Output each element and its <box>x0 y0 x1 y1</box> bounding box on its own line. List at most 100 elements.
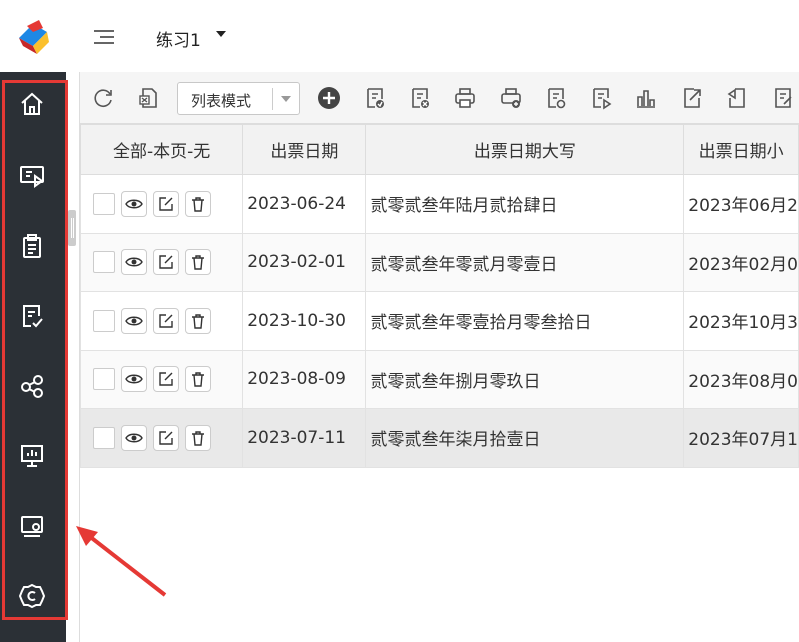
column-header-date-upper[interactable]: 出票日期大写 <box>365 124 685 175</box>
table-row[interactable]: 2023-06-24 贰零贰叁年陆月贰拾肆日 2023年06月2 <box>79 174 799 234</box>
app-title[interactable]: 练习1 <box>156 26 201 51</box>
row-checkbox[interactable] <box>93 309 115 332</box>
edit-icon <box>159 314 173 328</box>
document-settings-icon <box>548 88 566 109</box>
import-button[interactable] <box>724 85 750 111</box>
eye-icon <box>125 316 143 326</box>
row-checkbox[interactable] <box>93 251 115 274</box>
cell-date: 2023-06-24 <box>242 174 367 234</box>
view-button[interactable] <box>121 190 147 217</box>
chart-button[interactable] <box>633 85 659 111</box>
delete-button[interactable] <box>185 424 211 451</box>
row-checkbox[interactable] <box>93 368 115 391</box>
printer-icon <box>455 88 475 108</box>
view-button[interactable] <box>121 307 147 334</box>
table-row[interactable]: 2023-02-01 贰零贰叁年零贰月零壹日 2023年02月0 <box>79 232 799 292</box>
trash-icon <box>192 255 204 270</box>
top-bar: 练习1 <box>66 0 799 72</box>
view-button[interactable] <box>121 424 147 451</box>
view-mode-label: 列表模式 <box>191 92 252 110</box>
clipboard-icon <box>23 234 41 258</box>
eye-icon <box>125 199 143 209</box>
edit-button[interactable] <box>153 190 179 217</box>
sidebar-item-presentation[interactable] <box>14 438 50 474</box>
edit-icon <box>159 255 173 269</box>
column-header-date[interactable]: 出票日期 <box>242 124 367 175</box>
edit-document-button[interactable] <box>770 85 796 111</box>
table-row[interactable]: 2023-10-30 贰零贰叁年零壹拾月零叁拾日 2023年10月3 <box>79 291 799 351</box>
sidebar-item-monitor[interactable] <box>14 508 50 544</box>
sidebar-item-document[interactable] <box>14 298 50 334</box>
sidebar-item-home[interactable] <box>14 86 50 122</box>
cell-date-small: 2023年02月0 <box>683 232 799 292</box>
view-button[interactable] <box>121 249 147 276</box>
view-button[interactable] <box>121 366 147 393</box>
edit-button[interactable] <box>153 249 179 276</box>
sidebar-item-share[interactable] <box>14 368 50 404</box>
cell-date-upper: 贰零贰叁年捌月零玖日 <box>365 349 685 409</box>
cell-date: 2023-08-09 <box>242 349 367 409</box>
document-settings-button[interactable] <box>543 85 569 111</box>
trash-icon <box>192 314 204 329</box>
share-icon <box>21 375 43 398</box>
select-divider <box>272 88 273 110</box>
document-play-icon <box>593 88 612 110</box>
delete-button[interactable] <box>185 190 211 217</box>
trash-icon <box>192 431 204 446</box>
data-table: 全部-本页-无 出票日期 出票日期大写 出票日期小 2023-06-24 贰零贰… <box>79 124 799 468</box>
print-button[interactable] <box>452 85 478 111</box>
sidebar-item-settings[interactable] <box>14 578 50 614</box>
cell-date: 2023-07-11 <box>242 408 367 468</box>
edit-document-icon <box>775 88 792 108</box>
export-excel-button[interactable] <box>136 85 162 111</box>
row-checkbox[interactable] <box>93 192 115 215</box>
sidebar-item-screen[interactable] <box>14 158 50 194</box>
sidebar <box>0 72 66 642</box>
app-title-caret-icon[interactable] <box>216 31 226 37</box>
add-button[interactable] <box>316 85 342 111</box>
edit-button[interactable] <box>153 424 179 451</box>
edit-button[interactable] <box>153 307 179 334</box>
logo-icon <box>19 20 49 54</box>
table-row[interactable]: 2023-08-09 贰零贰叁年捌月零玖日 2023年08月0 <box>79 349 799 409</box>
row-checkbox[interactable] <box>93 426 115 449</box>
settings-icon <box>18 583 46 609</box>
edit-icon <box>159 372 173 386</box>
table-row[interactable]: 2023-07-11 贰零贰叁年柒月拾壹日 2023年07月1 <box>79 408 799 468</box>
edit-button[interactable] <box>153 366 179 393</box>
view-mode-select[interactable]: 列表模式 <box>177 82 300 115</box>
sidebar-resize-handle[interactable] <box>68 210 76 246</box>
delete-button[interactable] <box>185 249 211 276</box>
import-icon <box>727 88 745 108</box>
table-header-row: 全部-本页-无 出票日期 出票日期大写 出票日期小 <box>79 124 799 175</box>
cell-date-small: 2023年08月0 <box>683 349 799 409</box>
document-reject-icon <box>412 88 429 108</box>
refresh-button[interactable] <box>90 85 116 111</box>
reject-button[interactable] <box>407 85 433 111</box>
app-logo <box>0 0 66 72</box>
main-content: 列表模式 全部-本页-无 出票日期 出票日期大写 出票日期小 2023-06-2… <box>79 72 799 642</box>
approve-button[interactable] <box>362 85 388 111</box>
eye-icon <box>125 257 143 267</box>
refresh-icon <box>94 89 112 107</box>
document-approve-icon <box>367 88 384 108</box>
menu-toggle-icon[interactable] <box>94 28 116 46</box>
column-header-date-small[interactable]: 出票日期小 <box>683 124 799 175</box>
cell-date-upper: 贰零贰叁年零贰月零壹日 <box>365 232 685 292</box>
sidebar-item-clipboard[interactable] <box>14 228 50 264</box>
cell-date-small: 2023年07月1 <box>683 408 799 468</box>
eye-icon <box>125 374 143 384</box>
share-out-icon <box>684 88 701 108</box>
print-add-button[interactable] <box>498 85 524 111</box>
delete-button[interactable] <box>185 366 211 393</box>
cell-date-upper: 贰零贰叁年零壹拾月零叁拾日 <box>365 291 685 351</box>
document-play-button[interactable] <box>588 85 614 111</box>
cell-date-small: 2023年10月3 <box>683 291 799 351</box>
delete-button[interactable] <box>185 307 211 334</box>
cell-date: 2023-10-30 <box>242 291 367 351</box>
eye-icon <box>125 433 143 443</box>
select-all-header[interactable]: 全部-本页-无 <box>79 124 244 175</box>
share-out-button[interactable] <box>679 85 705 111</box>
edit-icon <box>159 431 173 445</box>
presentation-icon <box>21 445 43 467</box>
